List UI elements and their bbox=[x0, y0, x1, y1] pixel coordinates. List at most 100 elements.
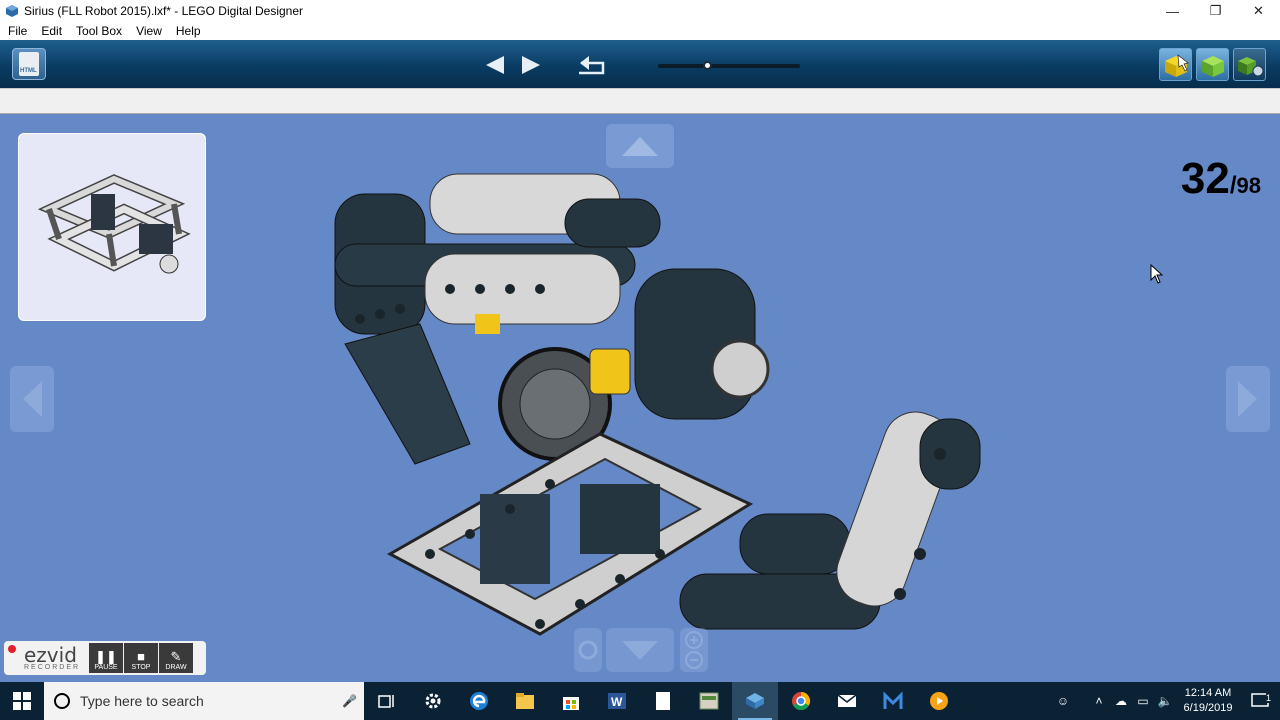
menu-edit[interactable]: Edit bbox=[33, 24, 68, 38]
malwarebytes-taskbar-button[interactable] bbox=[870, 682, 916, 720]
search-placeholder: Type here to search bbox=[80, 693, 204, 709]
dark-beam bbox=[739, 513, 851, 575]
build-mode-button[interactable] bbox=[1159, 48, 1192, 81]
total-steps: 98 bbox=[1236, 173, 1261, 198]
window-title: Sirius (FLL Robot 2015).lxf* - LEGO Digi… bbox=[24, 4, 303, 18]
svg-text:W: W bbox=[611, 695, 623, 709]
task-view-button[interactable] bbox=[364, 682, 410, 720]
title-bar: Sirius (FLL Robot 2015).lxf* - LEGO Digi… bbox=[0, 0, 1280, 22]
ezvid-draw-button[interactable]: ✎ DRAW bbox=[159, 643, 193, 673]
record-indicator-icon bbox=[8, 645, 16, 653]
word-icon: W bbox=[608, 693, 626, 709]
gear-hub bbox=[519, 368, 591, 440]
current-step: 32 bbox=[1180, 154, 1230, 203]
stop-label: STOP bbox=[131, 664, 151, 671]
play-circle-icon bbox=[930, 692, 948, 710]
left-arrow-icon bbox=[23, 381, 42, 417]
volume-icon[interactable]: 🔈 bbox=[1154, 694, 1176, 708]
document-icon bbox=[656, 692, 670, 710]
yellow-brick-icon bbox=[1165, 54, 1189, 77]
notepad-taskbar-button[interactable] bbox=[640, 682, 686, 720]
gear-icon bbox=[425, 693, 441, 709]
settings-taskbar-button[interactable] bbox=[410, 682, 456, 720]
green-brick-icon bbox=[1202, 56, 1224, 77]
stop-icon: ■ bbox=[137, 649, 145, 664]
restore-button[interactable]: ❐ bbox=[1194, 0, 1237, 22]
pause-label: PAUSE bbox=[94, 664, 118, 671]
word-taskbar-button[interactable]: W bbox=[594, 682, 640, 720]
start-button[interactable] bbox=[0, 682, 44, 720]
small-gear bbox=[710, 339, 770, 399]
html-label: HTML bbox=[20, 68, 37, 74]
pause-icon: ❚❚ bbox=[95, 649, 117, 664]
task-view-icon bbox=[378, 695, 394, 708]
reset-view-button[interactable] bbox=[574, 628, 602, 672]
onedrive-icon[interactable]: ☁ bbox=[1110, 694, 1132, 708]
reset-icon bbox=[578, 640, 598, 660]
lego-model-render bbox=[334, 173, 981, 636]
lego-digital-designer-taskbar-button[interactable] bbox=[732, 682, 778, 720]
battery-icon[interactable]: ▭ bbox=[1132, 694, 1154, 708]
calculator-taskbar-button[interactable] bbox=[686, 682, 732, 720]
down-arrow-icon bbox=[622, 641, 658, 660]
menu-file[interactable]: File bbox=[0, 24, 33, 38]
next-step-side-button[interactable] bbox=[1226, 366, 1270, 432]
file-explorer-taskbar-button[interactable] bbox=[502, 682, 548, 720]
dark-frame bbox=[344, 323, 471, 465]
zoom-in-out-icon bbox=[685, 631, 703, 669]
ezvid-stop-button[interactable]: ■ STOP bbox=[124, 643, 158, 673]
media-player-taskbar-button[interactable] bbox=[916, 682, 962, 720]
step-slider-track[interactable] bbox=[658, 64, 800, 68]
clock-time: 12:14 AM bbox=[1184, 687, 1232, 699]
yellow-connector bbox=[589, 348, 631, 395]
edge-taskbar-button[interactable] bbox=[456, 682, 502, 720]
dark-beam bbox=[564, 198, 661, 248]
windows-taskbar: Type here to search 🎤 W ☺ ˄ ☁ ▭ 🔈 12:14 … bbox=[0, 682, 1280, 720]
lego-designer-icon bbox=[746, 693, 764, 709]
minimize-button[interactable]: — bbox=[1151, 0, 1194, 22]
submodel-thumbnail[interactable] bbox=[18, 133, 206, 321]
window-controls: — ❐ ✕ bbox=[1151, 0, 1280, 22]
people-icon[interactable]: ☺ bbox=[1052, 694, 1074, 708]
microphone-icon[interactable]: 🎤 bbox=[342, 694, 364, 708]
action-center-button[interactable]: 1 bbox=[1240, 693, 1280, 709]
menu-help[interactable]: Help bbox=[168, 24, 207, 38]
dark-beam bbox=[480, 494, 550, 584]
menu-tool-box[interactable]: Tool Box bbox=[68, 24, 128, 38]
store-taskbar-button[interactable] bbox=[548, 682, 594, 720]
building-guide-canvas[interactable]: 32 / 98 ezvid RECORDER ❚❚ PAUSE ■ STOP ✎… bbox=[0, 114, 1280, 682]
close-button[interactable]: ✕ bbox=[1237, 0, 1280, 22]
mail-taskbar-button[interactable] bbox=[824, 682, 870, 720]
taskbar-search-box[interactable]: Type here to search 🎤 bbox=[44, 682, 364, 720]
zoom-controls[interactable] bbox=[680, 628, 708, 672]
previous-step-icon[interactable] bbox=[484, 55, 506, 75]
system-tray: ☺ ˄ ☁ ▭ 🔈 12:14 AM 6/19/2019 1 bbox=[1052, 682, 1280, 720]
ezvid-pause-button[interactable]: ❚❚ PAUSE bbox=[89, 643, 123, 673]
building-guide-mode-button[interactable] bbox=[1233, 48, 1266, 81]
ezvid-logo: ezvid RECORDER bbox=[4, 641, 88, 675]
next-step-icon[interactable] bbox=[520, 55, 542, 75]
view-mode-button[interactable] bbox=[1196, 48, 1229, 81]
dark-beam bbox=[580, 484, 660, 554]
chrome-taskbar-button[interactable] bbox=[778, 682, 824, 720]
mail-icon bbox=[837, 694, 857, 707]
toolbar bbox=[0, 40, 1280, 88]
pen-icon: ✎ bbox=[170, 649, 182, 664]
chrome-icon bbox=[792, 692, 811, 711]
ezvid-name: ezvid bbox=[24, 642, 77, 667]
menu-view[interactable]: View bbox=[128, 24, 168, 38]
export-html-button[interactable]: HTML bbox=[12, 48, 46, 80]
rewind-icon[interactable] bbox=[575, 53, 609, 77]
step-counter: 32 / 98 bbox=[1181, 154, 1261, 204]
previous-step-side-button[interactable] bbox=[10, 366, 54, 432]
clock[interactable]: 12:14 AM 6/19/2019 bbox=[1176, 686, 1240, 716]
show-hidden-icons-chevron-icon[interactable]: ˄ bbox=[1088, 694, 1110, 708]
html-document-icon: HTML bbox=[19, 52, 39, 76]
ezvid-recorder-widget: ezvid RECORDER ❚❚ PAUSE ■ STOP ✎ DRAW bbox=[4, 641, 206, 675]
windows-logo-icon bbox=[13, 692, 31, 710]
edge-browser-icon bbox=[470, 692, 488, 710]
rotate-down-button[interactable] bbox=[606, 628, 674, 672]
notification-count: 1 bbox=[1265, 693, 1271, 703]
info-strip bbox=[0, 88, 1280, 114]
clock-date: 6/19/2019 bbox=[1183, 702, 1233, 714]
